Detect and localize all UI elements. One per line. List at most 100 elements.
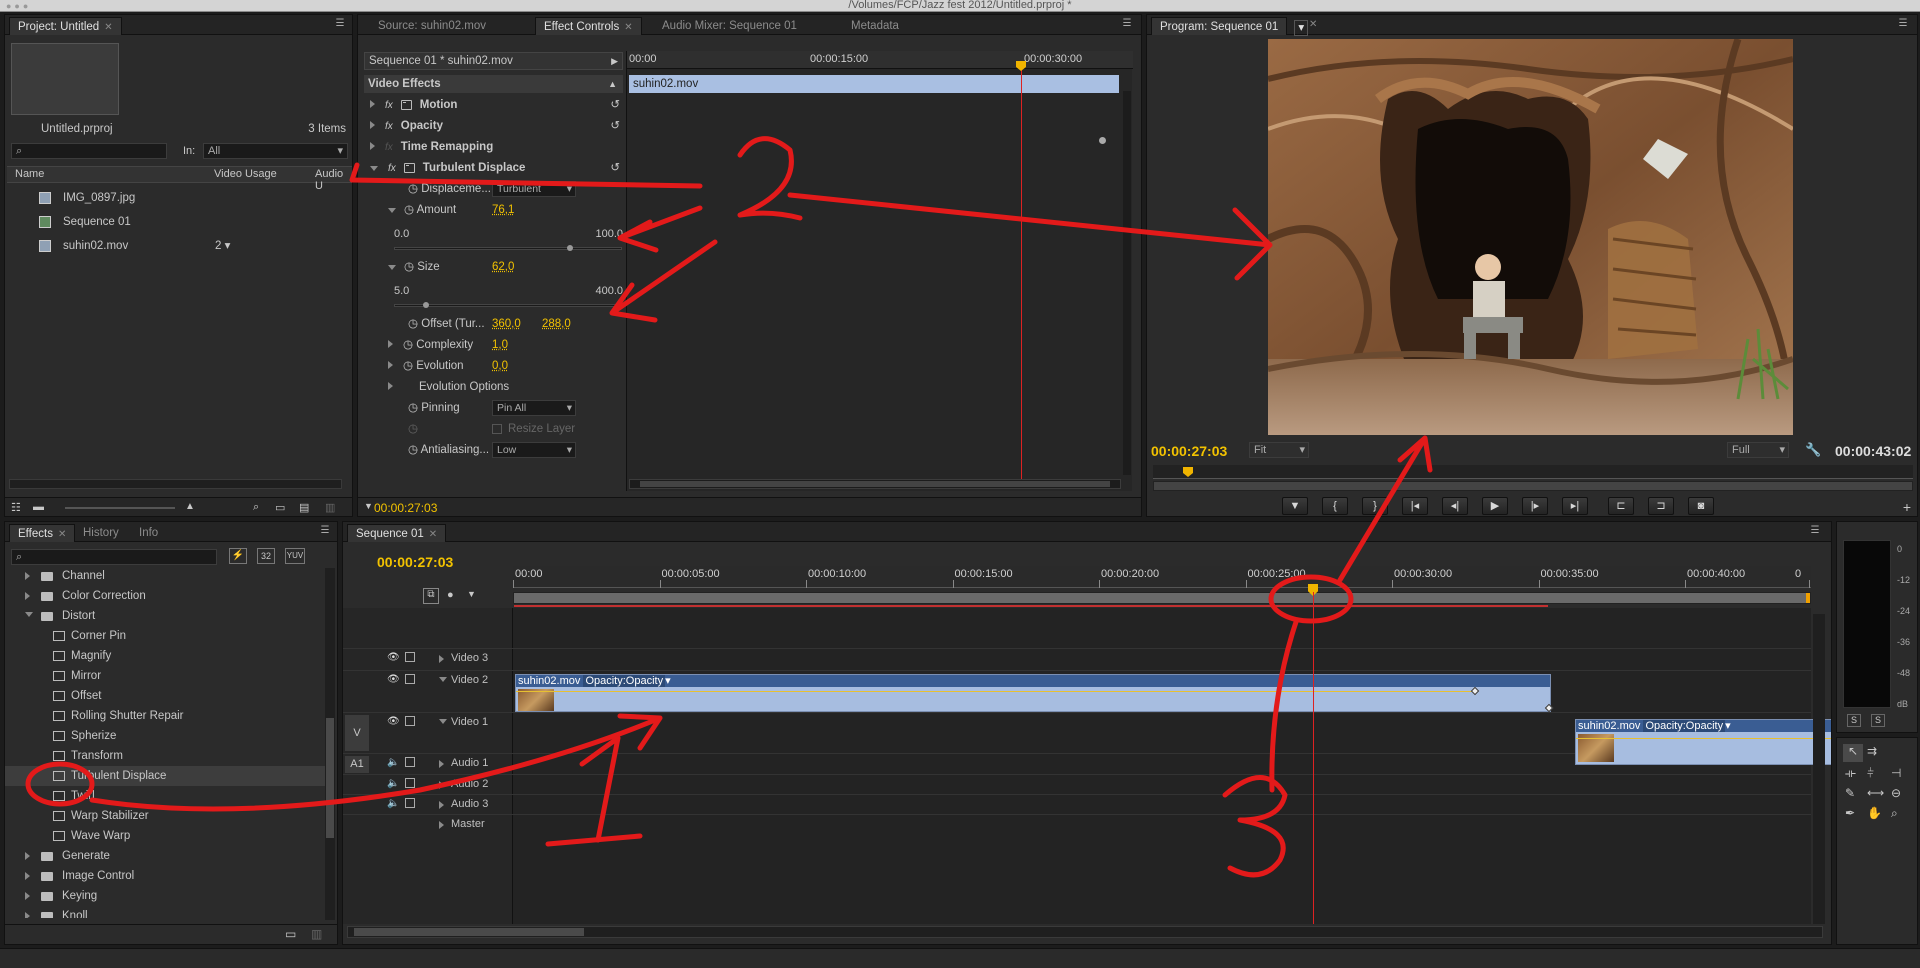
accelerated-effects-icon[interactable]: ⚡ (229, 548, 247, 564)
export-frame-button[interactable]: ◙ (1688, 497, 1714, 515)
rate-stretch-tool-icon[interactable]: ⊣ (1891, 766, 1901, 780)
ec-playhead-marker[interactable] (1016, 61, 1026, 71)
track-lane[interactable] (513, 794, 1811, 814)
timeline-ruler[interactable]: 00:00 00:00:05:00 00:00:10:00 00:00:15:00 00… (513, 566, 1811, 588)
collapse-icon[interactable] (388, 208, 396, 213)
lock-icon[interactable] (405, 674, 415, 684)
timeline-hscrollbar[interactable] (347, 926, 1823, 938)
complexity-value[interactable]: 1,0 (492, 335, 508, 355)
play-only-clip-icon[interactable]: ▶ (611, 53, 618, 69)
tab-project[interactable]: Project: Untitled ✕ (9, 17, 122, 35)
find-icon[interactable]: ⌕ (253, 501, 259, 514)
size-value[interactable]: 62,0 (492, 257, 514, 277)
effects-item[interactable]: Twirl (5, 786, 325, 806)
trash-icon[interactable]: ▥ (311, 927, 322, 941)
clip-v1[interactable]: suhin02.mov Opacity:Opacity ▾ (1575, 719, 1831, 765)
expand-icon[interactable] (388, 361, 393, 369)
expand-icon[interactable] (388, 382, 393, 390)
amount-value[interactable]: 76,1 (492, 200, 514, 220)
go-to-in-button[interactable]: |◂ (1402, 497, 1428, 515)
opacity-rubberband[interactable] (1576, 738, 1831, 739)
panel-menu-icon[interactable]: ☰ (1119, 18, 1135, 30)
tab-effect-controls[interactable]: Effect Controls ✕ (535, 17, 642, 35)
close-icon[interactable]: ✕ (104, 22, 112, 33)
panel-menu-icon[interactable]: ☰ (317, 525, 333, 537)
panel-menu-icon[interactable]: ☰ (1807, 525, 1823, 537)
track-lane[interactable] (513, 814, 1811, 834)
add-marker-icon[interactable]: ▼ (467, 589, 476, 599)
fx-icon[interactable]: fx (385, 100, 393, 111)
rolling-edit-tool-icon[interactable]: ⫩ (1867, 766, 1874, 781)
program-timecode[interactable]: 00:00:27:03 (1151, 443, 1227, 459)
stopwatch-icon[interactable]: ◷ (404, 204, 414, 216)
tab-program[interactable]: Program: Sequence 01 ▾ (1151, 17, 1309, 36)
clip-v2-fx-menu[interactable]: Opacity:Opacity (583, 675, 666, 687)
new-item-icon[interactable]: ▤ (299, 501, 309, 514)
expand-icon[interactable] (25, 592, 30, 600)
panel-menu-icon[interactable]: ☰ (332, 18, 348, 30)
pen-tool-icon[interactable]: ✒ (1845, 806, 1855, 820)
ec-vscrollbar[interactable] (1123, 91, 1131, 475)
size-slider[interactable] (394, 302, 622, 308)
ec-playhead[interactable] (1021, 61, 1022, 481)
collapse-icon[interactable] (439, 719, 447, 724)
effects-item[interactable]: Corner Pin (5, 626, 325, 646)
play-button[interactable]: ▶ (1482, 497, 1508, 515)
video-usage-count[interactable]: 2 ▾ (215, 235, 230, 257)
automate-icon[interactable]: ▲ (185, 501, 195, 512)
expand-icon[interactable] (370, 142, 375, 150)
effects-folder[interactable]: Knoll (5, 906, 325, 918)
lock-icon[interactable] (405, 652, 415, 662)
speaker-icon[interactable]: 🔈 (387, 757, 399, 768)
eye-icon[interactable]: 👁 (387, 716, 400, 727)
program-time-ruler[interactable] (1153, 465, 1913, 479)
timeline-playhead[interactable] (1313, 592, 1314, 924)
expand-icon[interactable] (439, 655, 444, 663)
effects-item[interactable]: Wave Warp (5, 826, 325, 846)
stopwatch-icon[interactable]: ◷ (408, 444, 418, 456)
track-header[interactable]: 🔈 Audio 3 (343, 794, 513, 814)
tab-source[interactable]: Source: suhin02.mov (370, 17, 494, 35)
collapse-icon[interactable] (388, 265, 396, 270)
chevron-down-icon[interactable]: ▾ (1294, 20, 1309, 36)
lock-icon[interactable] (405, 716, 415, 726)
keyframe-dot[interactable] (1099, 137, 1106, 144)
marker-icon[interactable]: ● (447, 589, 454, 601)
expand-icon[interactable] (370, 100, 375, 108)
reset-icon[interactable]: ↺ (610, 95, 620, 115)
tab-history[interactable]: History (75, 524, 127, 542)
expand-icon[interactable] (439, 821, 444, 829)
expand-icon[interactable] (370, 121, 375, 129)
opacity-rubberband[interactable] (516, 691, 1476, 692)
effects-item[interactable]: Warp Stabilizer (5, 806, 325, 826)
tab-effects[interactable]: Effects ✕ (9, 524, 76, 542)
expand-icon[interactable] (439, 760, 444, 768)
lock-icon[interactable] (405, 757, 415, 767)
selection-tool-icon[interactable]: ↖ (1843, 744, 1863, 762)
track-lane[interactable] (513, 648, 1811, 670)
ec-motion-row[interactable]: fx Motion ↺ (370, 95, 622, 115)
step-back-button[interactable]: ◂| (1442, 497, 1468, 515)
amount-slider-thumb[interactable] (567, 245, 573, 251)
pinning-select[interactable]: Pin All ▾ (492, 400, 576, 416)
stopwatch-icon[interactable]: ◷ (403, 360, 413, 372)
antialias-select[interactable]: Low ▾ (492, 442, 576, 458)
work-area-bar[interactable] (513, 592, 1811, 607)
collapse-icon[interactable]: ▲ (608, 75, 617, 93)
source-patch[interactable]: A1 (345, 756, 369, 773)
ec-hscrollbar[interactable] (629, 479, 1121, 489)
expand-icon[interactable] (439, 801, 444, 809)
snap-icon[interactable]: ⧉ (423, 588, 439, 604)
stopwatch-icon[interactable]: ◷ (403, 339, 413, 351)
col-name[interactable]: Name (15, 168, 44, 180)
resolution-select[interactable]: Full ▾ (1727, 442, 1789, 458)
ec-clip-bar[interactable]: suhin02.mov (629, 75, 1119, 93)
expand-icon[interactable] (25, 572, 30, 580)
effects-folder[interactable]: Keying (5, 886, 325, 906)
track-header[interactable]: 🔈 Audio 2 (343, 774, 513, 794)
effects-item[interactable]: Spherize (5, 726, 325, 746)
work-area-end[interactable] (1806, 593, 1810, 603)
step-forward-button[interactable]: |▸ (1522, 497, 1548, 515)
ripple-edit-tool-icon[interactable]: ⟛ (1845, 766, 1856, 781)
list-view-icon[interactable]: ☷ (11, 501, 21, 514)
